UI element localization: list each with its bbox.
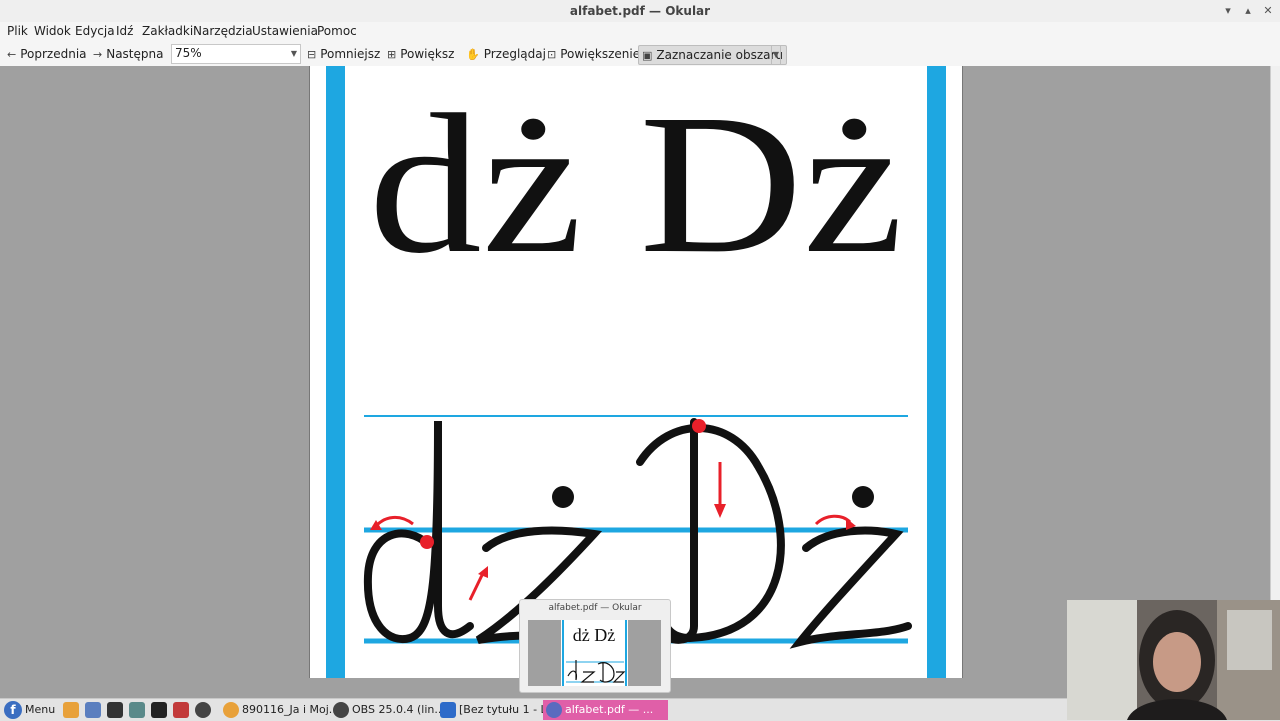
- mail-launcher-icon[interactable]: [85, 702, 101, 718]
- webcam-image: [1067, 600, 1280, 720]
- cursive-dot-1: [552, 486, 574, 508]
- task-okular[interactable]: alfabet.pdf — ...: [543, 700, 668, 720]
- menu-narzedzia[interactable]: Narzędzia: [193, 24, 253, 38]
- minimize-button[interactable]: ▾: [1220, 3, 1236, 19]
- vertical-scrollbar[interactable]: [1270, 66, 1280, 678]
- curved-arrow-2: [814, 514, 852, 526]
- title-bar: alfabet.pdf — Okular ▾ ▴ ✕: [0, 0, 1280, 23]
- webcam-overlay: [1067, 600, 1280, 720]
- menu-bar: Plik Widok Edycja Idź Zakładki Narzędzia…: [0, 22, 1280, 42]
- magnifier-button[interactable]: ⊡ Powiększenie: [547, 45, 640, 63]
- start-point-marker-2: [692, 419, 706, 433]
- start-menu-button[interactable]: f Menu: [3, 700, 55, 720]
- magnifier-icon: ⊡: [547, 48, 557, 61]
- curved-arrow-1: [374, 516, 414, 528]
- next-page-button[interactable]: → Następna: [93, 45, 163, 63]
- menu-zakladki[interactable]: Zakładki: [142, 24, 193, 38]
- zoom-in-icon: ⊞: [387, 48, 397, 61]
- hand-icon: ✋: [466, 48, 480, 61]
- task-chrome[interactable]: 890116_Ja i Moj...: [220, 700, 347, 720]
- menu-plik[interactable]: Plik: [7, 24, 28, 38]
- pdf-page: dż Dż: [309, 66, 963, 678]
- prev-page-button[interactable]: ← Poprzednia: [7, 45, 87, 63]
- okular-icon: [546, 702, 562, 718]
- zoom-combo[interactable]: 75% ▼: [171, 44, 301, 64]
- toolbar: ← Poprzednia → Następna 75% ▼ ⊟ Pomniejsz ⊞…: [0, 42, 1280, 67]
- zoom-in-button[interactable]: ⊞ Powiększ: [387, 45, 454, 63]
- obs-launcher-icon[interactable]: [195, 702, 211, 718]
- menu-idz[interactable]: Idź: [116, 24, 133, 38]
- area-select-dropdown[interactable]: ▼: [771, 45, 781, 65]
- menu-ustawienia[interactable]: Ustawienia: [252, 24, 318, 38]
- browse-button[interactable]: ✋ Przeglądaj: [466, 45, 546, 63]
- menu-widok[interactable]: Widok: [34, 24, 71, 38]
- document-viewport[interactable]: dż Dż: [0, 66, 1280, 678]
- window-title: alfabet.pdf — Okular: [569, 4, 711, 18]
- maximize-button[interactable]: ▴: [1240, 3, 1256, 19]
- area-select-icon: ▣: [642, 49, 653, 62]
- chrome-launcher-icon[interactable]: [63, 702, 79, 718]
- obs-icon: [333, 702, 349, 718]
- books-launcher-icon[interactable]: [173, 702, 189, 718]
- preview-thumb-text: dż Dż: [573, 625, 615, 645]
- preview-thumbnail-art: dż Dż: [561, 620, 628, 686]
- video-editor-launcher-icon[interactable]: [151, 702, 167, 718]
- menu-edycja[interactable]: Edycja: [75, 24, 115, 38]
- writer-icon: [440, 702, 456, 718]
- left-blue-bar: [326, 66, 345, 678]
- zoom-value: 75%: [175, 46, 202, 60]
- zoom-out-icon: ⊟: [307, 48, 317, 61]
- window-preview-popup[interactable]: alfabet.pdf — Okular dż Dż: [519, 599, 671, 693]
- close-button[interactable]: ✕: [1260, 3, 1276, 19]
- fedora-logo-icon: f: [4, 701, 22, 719]
- area-select-button[interactable]: ▣ Zaznaczanie obszaru: [638, 45, 788, 65]
- printed-letters: dż Dż: [369, 74, 904, 295]
- arrow-head-3: [714, 504, 726, 518]
- task-obs[interactable]: OBS 25.0.4 (lin...: [330, 700, 452, 720]
- arrow-right-icon: →: [93, 48, 103, 61]
- chevron-down-icon[interactable]: ▼: [291, 46, 297, 62]
- preview-thumbnail: dż Dż: [528, 620, 661, 686]
- stroke-order-arrows: [370, 419, 856, 601]
- page-artwork: dż Dż: [326, 66, 946, 678]
- start-point-marker-1: [420, 535, 434, 549]
- right-blue-bar: [927, 66, 946, 678]
- arrow-left-icon: ←: [7, 48, 17, 61]
- preview-title: alfabet.pdf — Okular: [548, 603, 642, 613]
- cursive-dot-2: [852, 486, 874, 508]
- terminal-launcher-icon[interactable]: [107, 702, 123, 718]
- zoom-out-button[interactable]: ⊟ Pomniejsz: [307, 45, 380, 63]
- menu-pomoc[interactable]: Pomoc: [317, 24, 357, 38]
- chrome-icon: [223, 702, 239, 718]
- files-launcher-icon[interactable]: [129, 702, 145, 718]
